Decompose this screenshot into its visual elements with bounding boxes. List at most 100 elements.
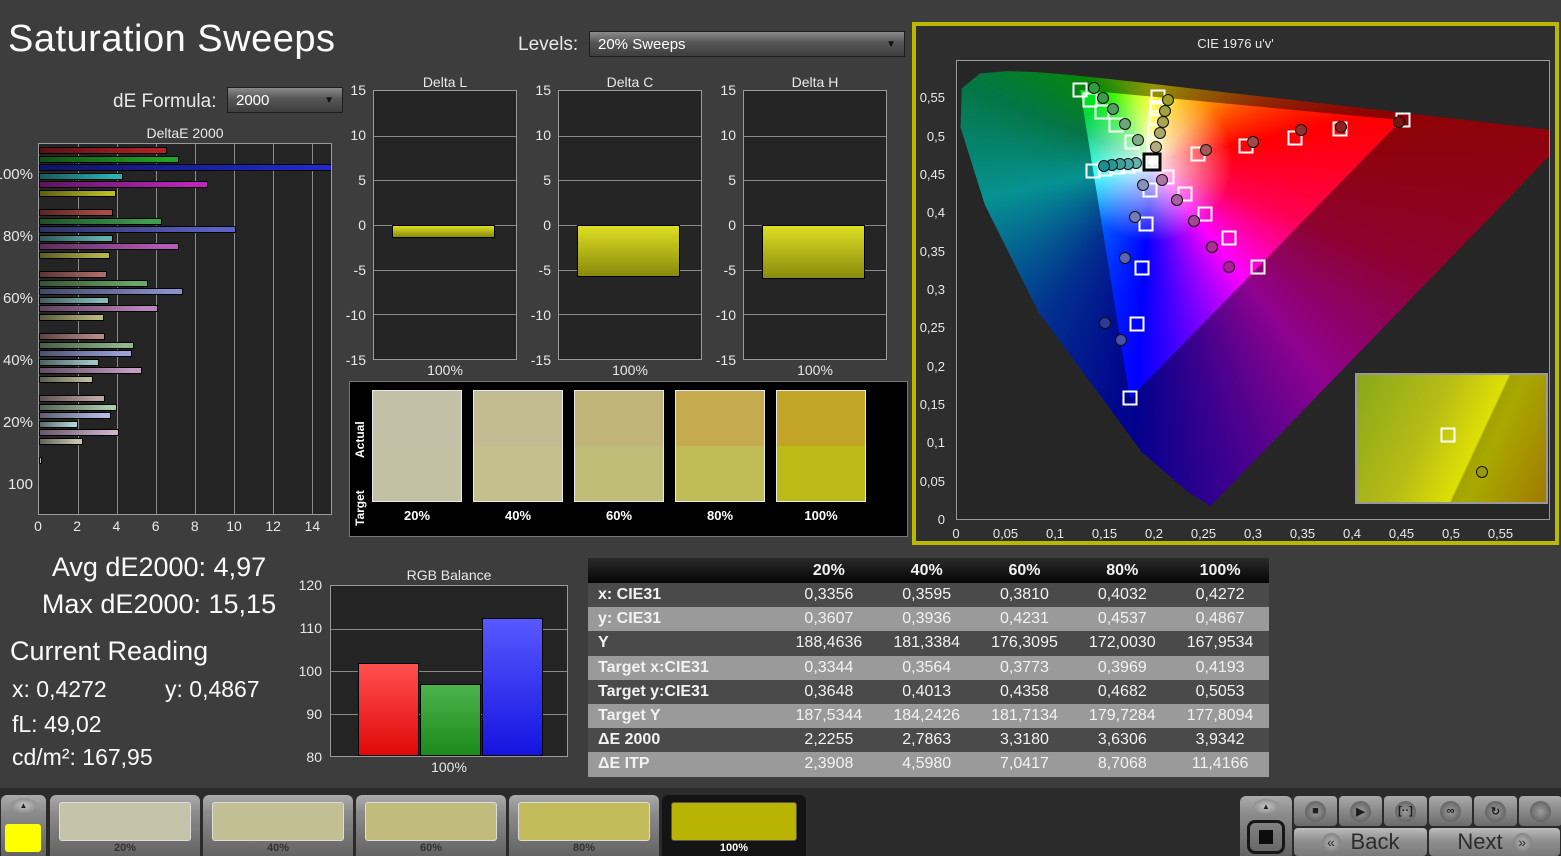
cie-measurement-marker (1088, 82, 1101, 95)
reading-fl-label: fL: (12, 711, 38, 737)
deltae2000-chart-title: DeltaE 2000 (146, 125, 224, 141)
axis-tick-label: 15 (535, 82, 551, 98)
next-button[interactable]: Next » (1429, 828, 1560, 856)
bar (577, 225, 680, 277)
avg-de2000-value: 4,97 (213, 552, 267, 582)
patch-label: 100% (719, 842, 749, 854)
axis-tick-label: 0 (543, 217, 551, 233)
axis-tick-label: 0,25 (1190, 526, 1217, 541)
axis-tick-label: 10 (350, 126, 366, 143)
axis-tick-label: 0,1 (1045, 526, 1065, 541)
cie-target-marker (1122, 390, 1138, 406)
axis-tick-label: -15 (345, 352, 366, 368)
axis-tick-label: 2 (73, 518, 82, 534)
record-button[interactable] (1519, 796, 1561, 826)
delta-h-x-label: 100% (797, 362, 833, 378)
sample-swatch-80% (675, 390, 765, 502)
axis-tick-label: 100% (0, 165, 33, 183)
table-cell: 0,3595 (902, 586, 952, 604)
delta-h-title: Delta H (791, 74, 839, 90)
table-cell: 11,4166 (1191, 755, 1249, 773)
axis-tick-label: -10 (715, 307, 736, 323)
table-cell: 0,4231 (1000, 610, 1049, 628)
table-cell: 0,3356 (804, 586, 854, 604)
axis-tick-label: 0,5 (926, 128, 945, 144)
window-mode-tile[interactable]: ▲ (1240, 796, 1292, 856)
cie-target-marker (1221, 230, 1237, 246)
table-cell: 0,3564 (902, 658, 952, 676)
table-cell: 0,4867 (1195, 610, 1245, 628)
refresh-icon: ↻ (1485, 800, 1506, 822)
reading-y-label: y: (165, 676, 183, 702)
cie-measurement-marker (1393, 116, 1406, 129)
cie-measurement-marker (1131, 134, 1144, 147)
patch-tile-60%[interactable]: 60% (356, 795, 506, 856)
column-header: 80% (1106, 561, 1139, 579)
bar (39, 189, 116, 197)
stop-icon: ■ (1305, 800, 1326, 822)
actual-color (676, 391, 764, 446)
row-label: Target y:CIE31 (598, 682, 709, 700)
column-header: 20% (812, 561, 845, 579)
max-de2000-value: 15,15 (208, 589, 277, 619)
axis-tick-label: 80 (306, 749, 322, 765)
table-cell: 0,4358 (1000, 682, 1049, 700)
cie-white-point-dot (1147, 157, 1157, 167)
table-cell: 2,3908 (804, 755, 854, 773)
cie-measurement-marker (1137, 178, 1150, 191)
table-row: x: CIE31 0,3356 0,3595 0,3810 0,4032 0,4272 (588, 583, 1269, 608)
gridline (374, 269, 516, 271)
continuous-icon: ∞ (1440, 800, 1461, 822)
actual-row-label: Actual (353, 421, 367, 458)
patch-tile-80%[interactable]: 80% (509, 795, 659, 856)
table-cell: 187,5344 (795, 707, 863, 725)
window-patch-icon[interactable] (1247, 820, 1285, 854)
axis-tick-label: 14 (304, 518, 321, 534)
cie-target-marker (1197, 206, 1213, 222)
cie-target-marker (1250, 259, 1266, 275)
bar-blue (482, 617, 543, 756)
table-cell: 181,7134 (991, 707, 1058, 725)
patch-label: 20% (113, 842, 137, 854)
axis-tick-label: 15 (350, 82, 366, 98)
target-color (575, 446, 663, 501)
bar (39, 420, 78, 428)
continuous-button[interactable]: ∞ (1429, 796, 1472, 826)
current-patch-tile[interactable]: ▲ (1, 795, 46, 856)
back-button[interactable]: « Back (1294, 828, 1427, 856)
target-color (676, 446, 764, 501)
levels-dropdown[interactable]: 20% Sweeps ▼ (589, 31, 905, 57)
delta-h-plot (743, 90, 887, 360)
gridline (744, 135, 886, 137)
chevron-up-icon[interactable]: ▲ (1253, 799, 1279, 814)
bar (39, 358, 100, 366)
refresh-button[interactable]: ↻ (1474, 796, 1517, 826)
actual-color (777, 391, 865, 446)
chevron-up-icon[interactable]: ▲ (10, 798, 37, 813)
table-row: ΔE ITP 2,3908 4,5980 7,0417 8,7068 11,4166 (588, 752, 1269, 777)
stop-button[interactable]: ■ (1294, 796, 1337, 826)
axis-tick-label: 0,5 (1441, 526, 1461, 541)
back-chevrons-icon: « (1321, 832, 1341, 852)
axis-tick-label: 0,1 (926, 435, 945, 451)
table-cell: 0,4193 (1195, 658, 1245, 676)
sample-swatch-label: 100% (804, 508, 838, 523)
table-cell: 181,3384 (893, 634, 961, 652)
step-button[interactable]: [··] (1384, 796, 1427, 826)
cie-target-marker (1138, 216, 1154, 232)
deltae2000-x-axis: 0 2 4 6 8 10 12 14 (34, 518, 332, 536)
cie-measurement-marker (1295, 123, 1308, 136)
de-formula-dropdown[interactable]: 2000 ▼ (227, 87, 343, 113)
patch-tile-40%[interactable]: 40% (203, 795, 353, 856)
bar (39, 251, 110, 259)
patch-tile-100%[interactable]: 100% (662, 795, 806, 856)
play-button[interactable]: ▶ (1339, 796, 1382, 826)
window-patch-inner-square (1259, 830, 1273, 844)
axis-tick-label: 110 (299, 620, 322, 636)
gridline (374, 314, 516, 316)
rgb-balance-chart (330, 585, 568, 757)
sample-comparison-panel: Actual Target 20% 40% 60% 80% 100% (349, 381, 908, 537)
table-cell: 177,8094 (1186, 707, 1254, 725)
patch-tile-20%[interactable]: 20% (50, 795, 200, 856)
row-label: Target Y (598, 707, 661, 725)
